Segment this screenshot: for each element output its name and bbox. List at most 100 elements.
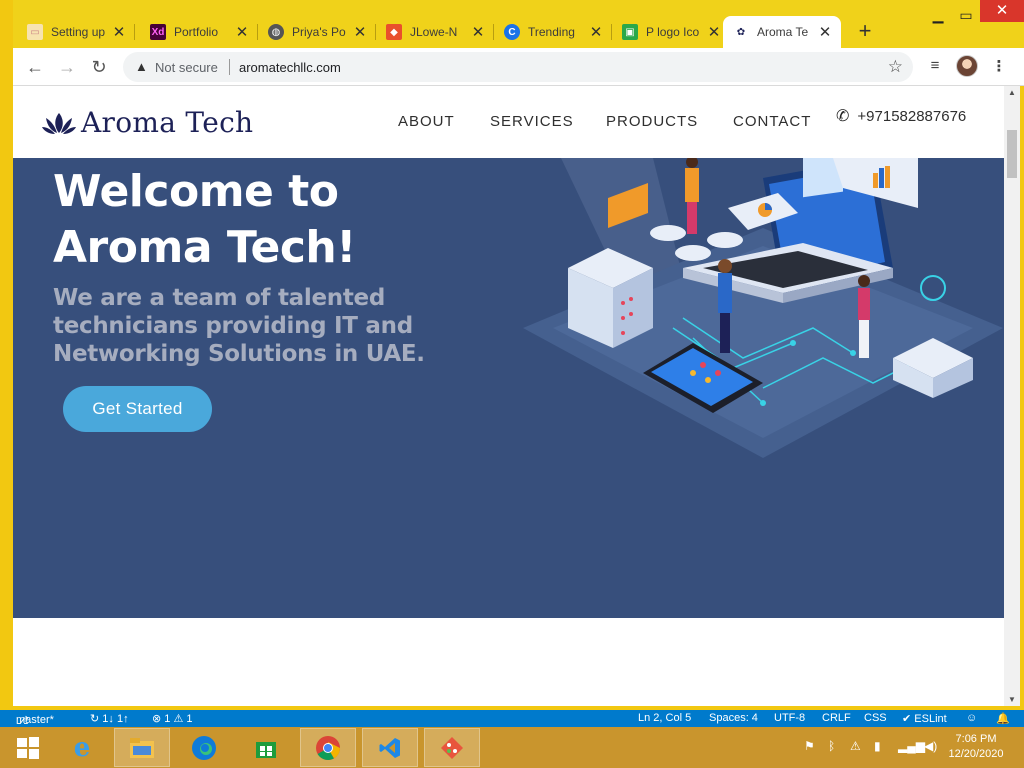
tab-title: Aroma Te: [757, 25, 809, 39]
page-scrollbar[interactable]: ▲ ▼: [1004, 86, 1020, 706]
nav-link-contact[interactable]: CONTACT: [733, 113, 811, 130]
clock-time: 7:06 PM: [955, 733, 997, 745]
tab-setting-up[interactable]: ▭ Setting up ✕: [17, 16, 135, 48]
internet-explorer-icon: e: [73, 732, 91, 763]
close-tab-icon[interactable]: ✕: [470, 23, 486, 41]
windows-logo-icon: [17, 736, 39, 759]
close-tab-icon[interactable]: ✕: [111, 23, 127, 41]
tab-title: Priya's Po: [292, 25, 346, 39]
brand-name[interactable]: Aroma Tech: [81, 106, 253, 139]
site-logo[interactable]: Aroma Tech: [41, 106, 253, 139]
site-header: Aroma Tech ABOUT SERVICES PRODUCTS CONTA…: [13, 86, 1004, 158]
cursor-position[interactable]: Ln 2, Col 5: [638, 712, 691, 724]
wifi-signal-icon[interactable]: ▂▄▆: [898, 739, 925, 753]
taskbar-file-explorer[interactable]: [114, 728, 170, 767]
hero-title: Welcome to Aroma Tech!: [53, 164, 513, 276]
tab-title: Setting up: [51, 25, 106, 39]
taskbar-vscode[interactable]: [362, 728, 418, 767]
notifications-bell-icon[interactable]: 🔔: [996, 712, 1010, 725]
nav-link-about[interactable]: ABOUT: [398, 113, 455, 130]
adobe-xd-icon: Xd: [150, 24, 166, 40]
sync-status[interactable]: ↻ 1↓ 1↑: [90, 712, 129, 725]
live-share-icon[interactable]: ☺: [966, 712, 977, 724]
generic-page-icon: ▭: [27, 24, 43, 40]
taskbar-edge[interactable]: [176, 728, 232, 767]
problems-count[interactable]: ⊗ 1 ⚠ 1: [152, 712, 192, 725]
media-control-icon[interactable]: ≡: [925, 57, 945, 77]
new-tab-button[interactable]: +: [853, 20, 877, 44]
file-encoding[interactable]: UTF-8: [774, 712, 805, 724]
warning-icon[interactable]: ▲: [135, 59, 148, 74]
tab-p-logo[interactable]: ▣ P logo Ico ✕: [612, 16, 730, 48]
nav-products[interactable]: PRODUCTS: [606, 113, 698, 130]
people-icon[interactable]: ⚑: [804, 739, 815, 753]
indentation[interactable]: Spaces: 4: [709, 712, 758, 724]
taskbar-chrome[interactable]: [300, 728, 356, 767]
get-started-button[interactable]: Get Started: [63, 386, 212, 432]
taskbar-git-client[interactable]: [424, 728, 480, 767]
hero-title-line: Aroma Tech!: [53, 222, 356, 273]
bluetooth-icon[interactable]: ᛒ: [828, 739, 835, 753]
menu-kebab-icon[interactable]: ⋮: [989, 57, 1009, 77]
close-tab-icon[interactable]: ✕: [588, 23, 604, 41]
nav-services[interactable]: SERVICES: [490, 113, 574, 130]
line-ending[interactable]: CRLF: [822, 712, 851, 724]
isometric-tech-illustration: [523, 158, 1003, 458]
store-icon: [256, 741, 276, 758]
phone-contact[interactable]: ✆ +971582887676: [836, 106, 966, 126]
reload-button[interactable]: ↻: [87, 55, 111, 79]
forward-button[interactable]: →: [55, 55, 79, 79]
hero-subtitle: We are a team of talented technicians pr…: [53, 285, 425, 367]
eslint-status[interactable]: ✔ ESLint: [902, 712, 947, 725]
close-tab-icon[interactable]: ✕: [706, 23, 722, 41]
windows-taskbar: e ⚑ ᛒ ⚠ ▮ ▂▄▆ ◀) 7:06 PM 12/20/2020: [0, 727, 1024, 768]
maximize-button[interactable]: ▭: [953, 8, 979, 24]
bookmark-star-icon[interactable]: ☆: [888, 57, 903, 77]
scroll-down-arrow-icon[interactable]: ▼: [1004, 695, 1020, 704]
close-tab-icon[interactable]: ✕: [234, 23, 250, 41]
green-square-icon: ▣: [622, 24, 638, 40]
lotus-logo-icon: [42, 112, 76, 134]
tab-jlowe[interactable]: ◆ JLowe-N ✕: [376, 16, 494, 48]
tab-portfolio[interactable]: Xd Portfolio ✕: [140, 16, 258, 48]
tab-priyas-portfolio[interactable]: ◍ Priya's Po ✕: [258, 16, 376, 48]
nav-link-services[interactable]: SERVICES: [490, 113, 574, 130]
battery-icon[interactable]: ▮: [874, 739, 881, 753]
volume-icon[interactable]: ◀): [924, 739, 937, 753]
scrollbar-thumb[interactable]: [1007, 130, 1017, 178]
close-tab-icon[interactable]: ✕: [817, 23, 833, 41]
back-button[interactable]: ←: [23, 55, 47, 79]
clock-date: 12/20/2020: [948, 748, 1004, 760]
phone-icon: ✆: [836, 108, 850, 125]
address-bar[interactable]: ▲ Not secure aromatechllc.com ☆: [123, 52, 913, 82]
security-label[interactable]: Not secure: [155, 60, 218, 75]
codepen-icon: ◆: [386, 24, 402, 40]
network-disconnected-icon[interactable]: ⚠: [850, 739, 861, 753]
system-clock[interactable]: 7:06 PM 12/20/2020: [944, 732, 1008, 762]
tab-aroma-tech[interactable]: ✿ Aroma Te ✕: [723, 16, 841, 48]
language-mode[interactable]: CSS: [864, 712, 887, 724]
browser-window: ▭ Setting up ✕ Xd Portfolio ✕ ◍ Priya's …: [13, 0, 1024, 86]
omnibox-divider: [229, 59, 230, 75]
phone-number[interactable]: +971582887676: [857, 108, 966, 125]
nav-contact[interactable]: CONTACT: [733, 113, 811, 130]
scroll-up-arrow-icon[interactable]: ▲: [1004, 88, 1020, 97]
close-tab-icon[interactable]: ✕: [352, 23, 368, 41]
nav-link-products[interactable]: PRODUCTS: [606, 113, 698, 130]
tab-strip: ▭ Setting up ✕ Xd Portfolio ✕ ◍ Priya's …: [13, 0, 1024, 48]
url-text[interactable]: aromatechllc.com: [239, 60, 341, 75]
profile-avatar[interactable]: [956, 55, 978, 77]
minimize-button[interactable]: ▁: [925, 8, 951, 24]
trending-icon: C: [504, 24, 520, 40]
globe-icon: ◍: [268, 24, 284, 40]
tab-trending[interactable]: C Trending ✕: [494, 16, 612, 48]
window-close-button[interactable]: ✕: [980, 0, 1024, 22]
folder-icon: [130, 737, 154, 758]
chrome-icon: [316, 735, 340, 760]
nav-about[interactable]: ABOUT: [398, 113, 455, 130]
taskbar-ie[interactable]: e: [54, 728, 110, 767]
page-viewport: Aroma Tech ABOUT SERVICES PRODUCTS CONTA…: [13, 86, 1004, 706]
start-button[interactable]: [0, 728, 56, 767]
taskbar-store[interactable]: [238, 728, 294, 767]
aroma-lotus-icon: ✿: [736, 26, 746, 38]
